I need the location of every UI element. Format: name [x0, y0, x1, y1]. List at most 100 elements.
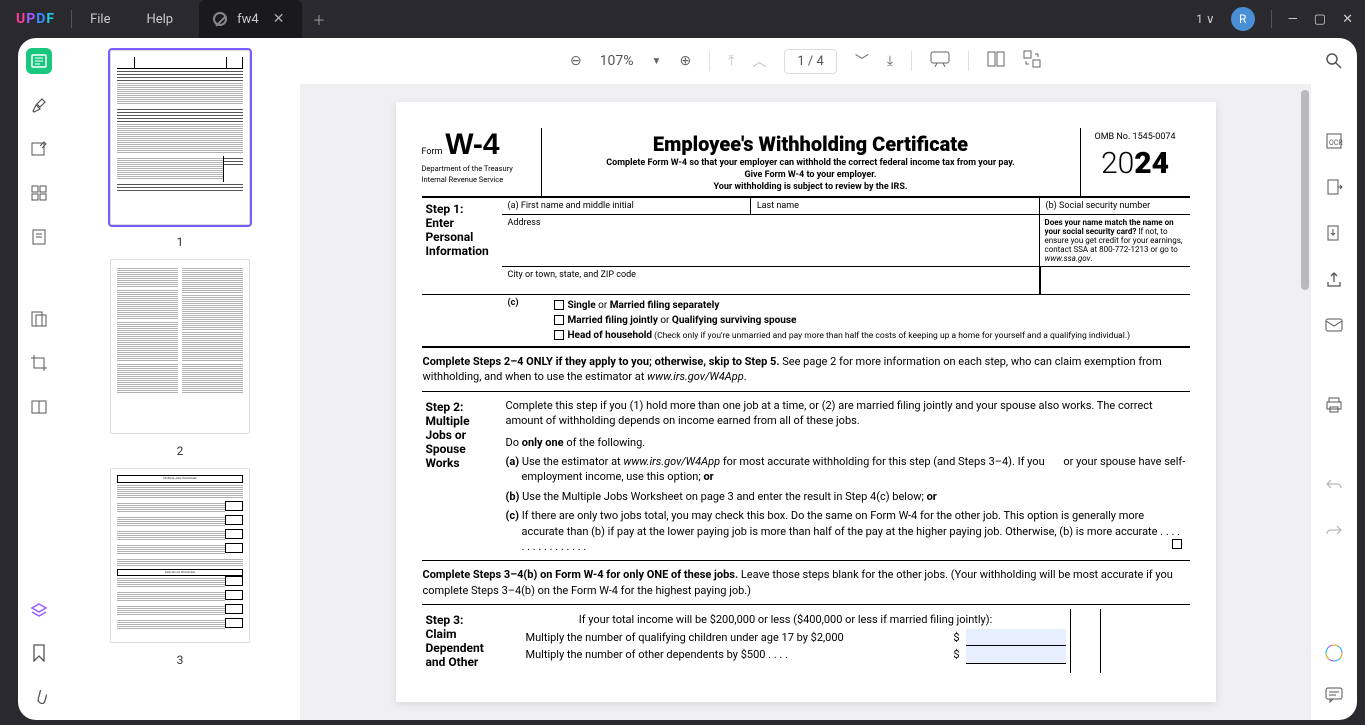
page-layout-icon[interactable]	[987, 50, 1005, 72]
next-page-button[interactable]: ﹀	[855, 51, 869, 71]
zoom-in-button[interactable]: ⊕	[679, 53, 691, 69]
step3-label: Step 3:	[426, 613, 464, 627]
convert-icon[interactable]	[1321, 174, 1347, 200]
year-prefix: 20	[1101, 146, 1134, 181]
edit-tool[interactable]	[26, 136, 52, 162]
instruction-para-1: Complete Steps 2–4 ONLY if they apply to…	[422, 348, 1190, 391]
minimize-button[interactable]: —	[1288, 12, 1298, 27]
reader-tool[interactable]	[26, 48, 52, 74]
dollar-sign: $	[953, 646, 959, 664]
svg-text:OCR: OCR	[1329, 139, 1343, 147]
field-city[interactable]: City or town, state, and ZIP code	[502, 267, 1040, 294]
last-page-button[interactable]: ⤓	[887, 53, 893, 69]
checkbox-two-jobs[interactable]	[1172, 539, 1182, 549]
step2-intro: Complete this step if you (1) hold more …	[506, 398, 1186, 429]
highlight-tool[interactable]	[26, 92, 52, 118]
field-address[interactable]: Address	[502, 215, 1040, 266]
organize-tool[interactable]	[26, 180, 52, 206]
workspace: 1 2 Multiple Jobs Worksheet Deductions W…	[18, 38, 1357, 720]
print-icon[interactable]	[1321, 392, 1347, 418]
title-right: 1 ∨ R — ▢ ✕	[1196, 7, 1365, 31]
email-icon[interactable]	[1321, 312, 1347, 338]
thumb-label-2: 2	[177, 444, 184, 458]
zoom-level: 107%	[600, 53, 634, 69]
crop-tool[interactable]	[26, 350, 52, 376]
ai-icon[interactable]	[1321, 640, 1347, 666]
step3-line1: Multiply the number of qualifying childr…	[526, 629, 844, 647]
form-sub2: Give Form W-4 to your employer.	[550, 170, 1072, 180]
field-dependents-amount[interactable]	[966, 646, 1066, 664]
menu-help[interactable]: Help	[128, 12, 191, 27]
user-avatar[interactable]: R	[1231, 7, 1255, 31]
field-ssn[interactable]: (b) Social security number	[1040, 198, 1190, 214]
title-bar: UPDF File Help fw4 ✕ ＋ 1 ∨ R — ▢ ✕	[0, 0, 1365, 38]
step1-title: Enter Personal Information	[426, 216, 489, 258]
compare-view-icon[interactable]	[1023, 50, 1041, 72]
thumbnail-3[interactable]: Multiple Jobs Worksheet Deductions Works…	[110, 468, 250, 643]
view-toolbar: ⊖ 107% ▼ ⊕ ⤒ ︿ 1 / 4 ﹀ ⤓	[300, 38, 1311, 84]
page-viewer[interactable]: Form W-4 Department of the Treasury Inte…	[300, 84, 1311, 720]
zoom-dropdown[interactable]: ▼	[652, 56, 662, 67]
right-toolbar: OCR	[1311, 38, 1357, 720]
close-window-button[interactable]: ✕	[1342, 12, 1353, 27]
page-indicator[interactable]: 1 / 4	[784, 49, 836, 74]
dept-line1: Department of the Treasury	[422, 164, 541, 173]
ocr-icon[interactable]: OCR	[1321, 128, 1347, 154]
hoh-note: (Check only if you're unmarried and pay …	[652, 331, 1130, 341]
thumb-label-1: 1	[177, 235, 184, 249]
form-word: Form	[422, 147, 443, 157]
divider	[1271, 10, 1272, 28]
thumbnail-2[interactable]	[110, 259, 250, 434]
field-first-name[interactable]: (a) First name and middle initial	[502, 198, 751, 214]
checkbox-single[interactable]	[554, 300, 564, 310]
comment-icon[interactable]	[1321, 682, 1347, 708]
ssn-note: Does your name match the name on your so…	[1040, 215, 1190, 266]
attachment-icon[interactable]	[26, 682, 52, 708]
share-icon[interactable]	[1321, 266, 1347, 292]
new-tab-button[interactable]: ＋	[312, 10, 325, 29]
form-number: W-4	[445, 128, 499, 161]
first-page-button[interactable]: ⤒	[728, 53, 734, 69]
presentation-icon[interactable]	[930, 51, 950, 71]
step3-title: Claim Dependent and Other	[426, 627, 484, 669]
dept-line2: Internal Revenue Service	[422, 175, 541, 184]
undo-icon[interactable]	[1321, 472, 1347, 498]
form-tool[interactable]	[26, 224, 52, 250]
app-logo: UPDF	[0, 11, 71, 27]
search-icon[interactable]	[1321, 48, 1347, 74]
compress-icon[interactable]	[1321, 220, 1347, 246]
form-title: Employee's Withholding Certificate	[550, 132, 1072, 156]
cloud-count[interactable]: 1 ∨	[1196, 12, 1215, 26]
step1-label: Step 1:	[426, 202, 464, 216]
checkbox-joint[interactable]	[554, 315, 564, 325]
tab-title: fw4	[237, 12, 259, 27]
field-last-name[interactable]: Last name	[751, 198, 1040, 214]
close-tab-icon[interactable]: ✕	[269, 11, 289, 27]
compare-tool[interactable]	[26, 394, 52, 420]
menu-file[interactable]: File	[72, 12, 128, 27]
step2-label: Step 2:	[426, 400, 464, 414]
left-toolbar	[18, 38, 60, 720]
thumb-label-3: 3	[177, 653, 184, 667]
step3-line2: Multiply the number of other dependents …	[526, 646, 788, 664]
year-suffix: 24	[1134, 146, 1169, 181]
layers-icon[interactable]	[26, 598, 52, 624]
form-sub1: Complete Form W-4 so that your employer …	[550, 158, 1072, 168]
ocr-tool[interactable]	[26, 306, 52, 332]
instruction-para-2: Complete Steps 3–4(b) on Form W-4 for on…	[422, 561, 1190, 604]
checkbox-hoh[interactable]	[554, 330, 564, 340]
label-c: (c)	[502, 295, 520, 346]
zoom-out-button[interactable]: ⊖	[570, 53, 582, 69]
maximize-button[interactable]: ▢	[1314, 12, 1326, 27]
document-tab[interactable]: fw4 ✕	[199, 0, 302, 38]
field-children-amount[interactable]	[966, 629, 1066, 647]
bookmark-icon[interactable]	[26, 640, 52, 666]
dollar-sign: $	[953, 629, 959, 647]
omb-number: OMB No. 1545-0074	[1081, 132, 1190, 142]
thumbnail-1[interactable]	[110, 50, 250, 225]
thumbnail-panel: 1 2 Multiple Jobs Worksheet Deductions W…	[60, 38, 300, 720]
step2-option-c: If there are only two jobs total, you ma…	[522, 509, 1181, 553]
scrollbar-vertical[interactable]	[1301, 90, 1309, 290]
redo-icon[interactable]	[1321, 518, 1347, 544]
prev-page-button[interactable]: ︿	[752, 51, 766, 71]
